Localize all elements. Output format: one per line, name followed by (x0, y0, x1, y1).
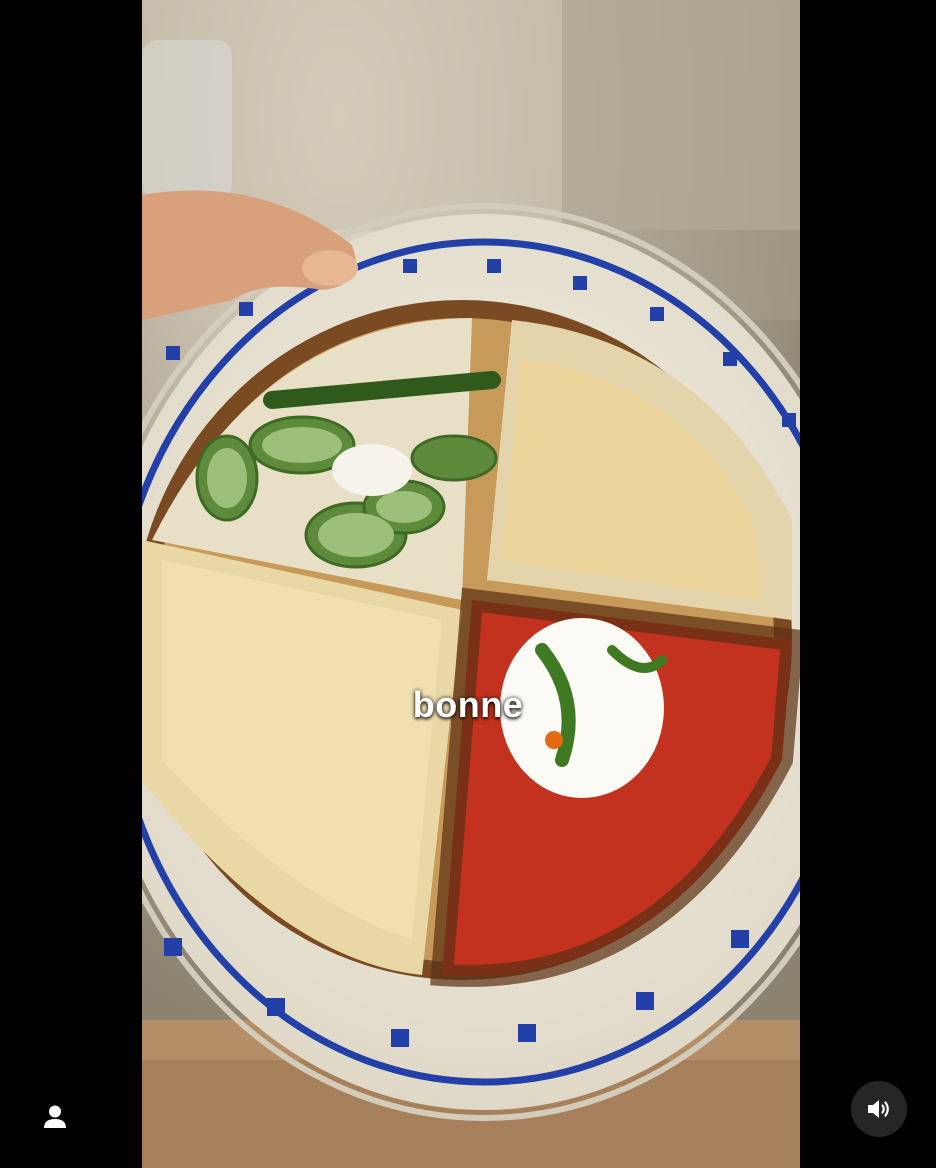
user-icon (44, 1105, 66, 1128)
user-tags-button[interactable] (38, 1100, 72, 1134)
video-player[interactable] (142, 0, 800, 1168)
speaker-on-icon (868, 1100, 889, 1118)
video-caption: bonne (412, 684, 524, 725)
video-viewer: bonne (0, 0, 936, 1168)
video-frame-image (142, 0, 800, 1168)
sound-toggle-button[interactable] (851, 1081, 907, 1137)
